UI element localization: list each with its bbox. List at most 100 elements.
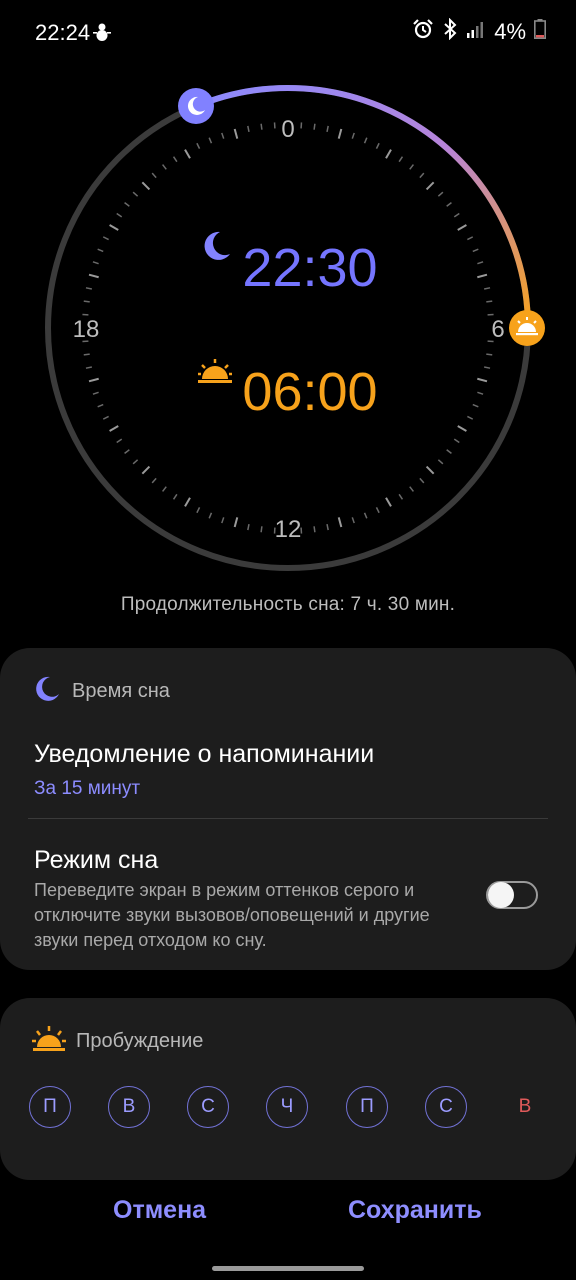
dial-tick — [208, 512, 213, 519]
wake-handle — [509, 310, 545, 346]
dial-tick — [477, 391, 484, 395]
day-saturday[interactable]: С — [425, 1086, 467, 1128]
dial-tick — [184, 497, 191, 507]
dial-tick — [172, 156, 178, 163]
dial-tick — [85, 287, 92, 290]
sleep-mode-toggle[interactable] — [486, 881, 538, 909]
dial-tick — [472, 248, 479, 253]
day-tuesday[interactable]: В — [108, 1086, 150, 1128]
reminder-title: Уведомление о напоминании — [34, 740, 375, 768]
bedtime-handle — [178, 88, 214, 124]
dial-label-top: 0 — [281, 116, 294, 143]
dial-tick — [116, 212, 123, 218]
reminder-value: За 15 минут — [34, 778, 141, 799]
signal-icon — [466, 19, 484, 44]
day-sunday[interactable]: В — [504, 1086, 546, 1128]
battery-icon — [534, 19, 546, 44]
dial-label-bottom: 12 — [275, 516, 302, 543]
dial-tick — [88, 377, 99, 383]
dial-tick — [313, 123, 316, 130]
dial-tick — [437, 459, 444, 465]
dial-tick — [92, 391, 99, 395]
wake-time: 06:00 — [242, 362, 377, 422]
dial-tick — [92, 261, 99, 265]
dial-tick — [375, 507, 380, 514]
bluetooth-icon — [442, 17, 458, 45]
dial-tick — [141, 181, 151, 191]
dial-tick — [88, 273, 99, 279]
dial-tick — [102, 415, 109, 420]
dial-tick — [375, 142, 380, 149]
navigation-handle[interactable] — [212, 1266, 364, 1271]
dial-tick — [337, 128, 343, 139]
wake-card-header: Пробуждение — [32, 1026, 203, 1057]
dial-tick — [398, 493, 404, 500]
dial-tick — [233, 128, 239, 139]
dial-tick — [457, 425, 467, 432]
wake-sun-icon — [198, 359, 232, 383]
dial-tick — [477, 261, 484, 265]
dial-label-right: 6 — [491, 316, 504, 343]
dial-tick — [453, 212, 460, 218]
dial-tick — [97, 403, 104, 408]
dial-tick — [409, 486, 414, 492]
dial-tick — [124, 202, 130, 207]
dial-label-left: 18 — [73, 316, 100, 343]
day-monday[interactable]: П — [29, 1086, 71, 1128]
day-wednesday[interactable]: С — [187, 1086, 229, 1128]
dial-tick — [337, 517, 343, 528]
dial-tick — [151, 477, 157, 484]
dial-tick — [326, 125, 329, 132]
day-thursday[interactable]: Ч — [266, 1086, 308, 1128]
dial-tick — [260, 526, 263, 533]
dial-tick — [419, 172, 425, 179]
bedtime-moon-icon — [204, 231, 230, 260]
dial-tick — [116, 438, 123, 444]
bedtime-card: Время сна Уведомление о напоминании За 1… — [0, 648, 576, 970]
dial-tick — [477, 273, 488, 279]
dial-tick — [457, 224, 467, 231]
status-bar: 22:24 4% — [0, 0, 576, 66]
dial-tick — [196, 142, 201, 149]
dial-tick — [221, 132, 225, 139]
snowman-icon — [93, 22, 111, 47]
dial-tick — [398, 156, 404, 163]
sleep-mode-description: Переведите экран в режим оттенков серого… — [34, 880, 430, 950]
save-button[interactable]: Сохранить — [348, 1196, 482, 1225]
dial-tick — [208, 137, 213, 144]
dial-tick — [486, 353, 493, 356]
dial-tick — [446, 202, 452, 207]
divider — [28, 818, 548, 819]
dial-tick — [446, 449, 452, 454]
status-time: 22:24 — [35, 20, 91, 45]
dial-tick — [124, 449, 130, 454]
dial-tick — [221, 517, 225, 524]
cancel-button[interactable]: Отмена — [113, 1196, 206, 1225]
dial-tick — [247, 524, 250, 531]
bedtime-card-title: Время сна — [72, 680, 170, 702]
dial-tick — [162, 164, 167, 170]
toggle-knob — [488, 882, 514, 908]
sun-icon — [32, 1026, 66, 1057]
reminder-row[interactable]: Уведомление о напоминании За 15 минут — [0, 728, 576, 810]
dial-tick — [363, 512, 368, 519]
wake-card-title: Пробуждение — [76, 1030, 204, 1052]
dial-tick — [453, 438, 460, 444]
dial-tick — [109, 425, 119, 432]
day-friday[interactable]: П — [346, 1086, 388, 1128]
dial-tick — [132, 191, 139, 197]
dial-tick — [467, 415, 474, 420]
sleep-mode-title: Режим сна — [34, 846, 159, 874]
dial-tick — [486, 300, 493, 303]
dial-tick — [385, 149, 392, 159]
dial-tick — [326, 524, 329, 531]
dial-tick — [109, 224, 119, 231]
dial-tick — [151, 172, 157, 179]
dial-tick — [385, 497, 392, 507]
sleep-schedule-dial[interactable]: 0 6 12 18 22:30 06:00 — [0, 64, 576, 584]
dial-tick — [233, 517, 239, 528]
dial-tick — [477, 377, 488, 383]
dial-tick — [247, 125, 250, 132]
dial-tick — [409, 164, 414, 170]
dial-tick — [313, 526, 316, 533]
